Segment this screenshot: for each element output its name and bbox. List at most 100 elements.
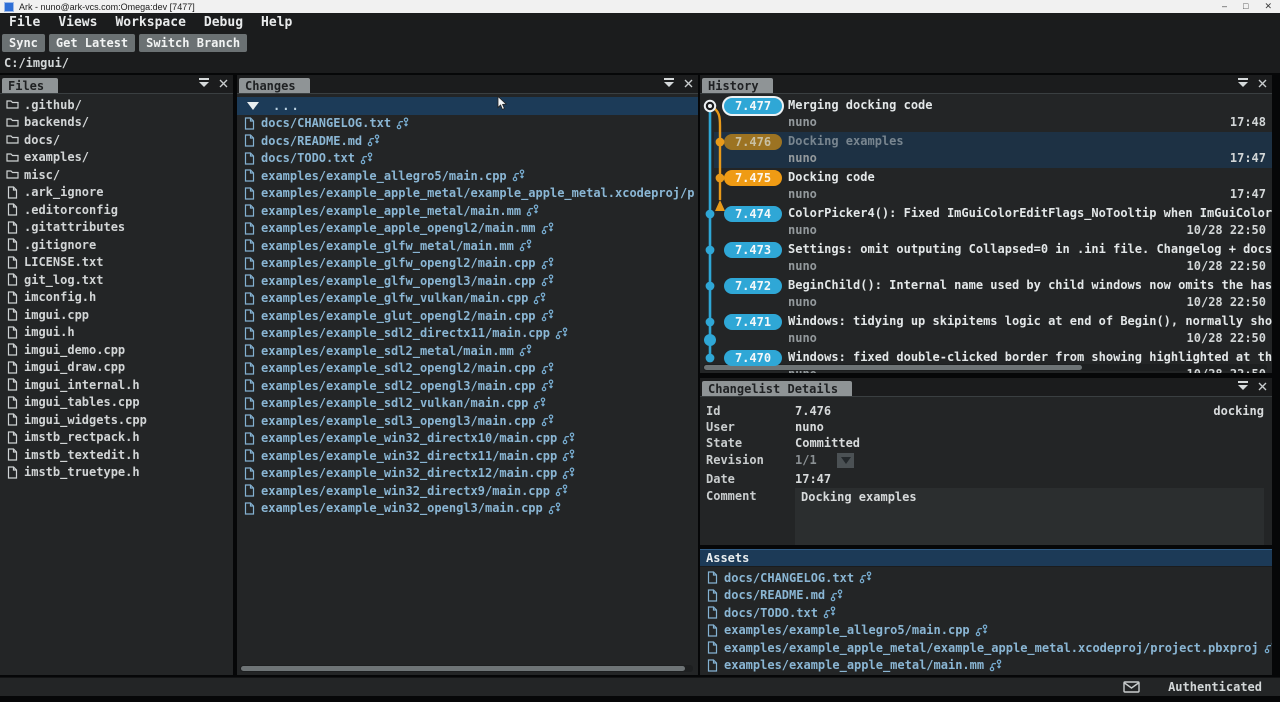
changed-file-row[interactable]: examples/example_glfw_metal/main.mm	[237, 237, 698, 255]
file-icon	[706, 589, 719, 602]
changes-hscroll-thumb[interactable]	[241, 666, 685, 671]
history-commit-row[interactable]: 7.473 Settings: omit outputing Collapsed…	[700, 240, 1272, 276]
asset-file-row[interactable]: examples/example_allegro5/main.cpp	[700, 622, 1272, 640]
file-icon	[243, 169, 256, 182]
asset-file-row[interactable]: docs/TODO.txt	[700, 604, 1272, 622]
changed-file-row[interactable]: examples/example_win32_opengl3/main.cpp	[237, 500, 698, 518]
close-icon[interactable]	[1258, 382, 1267, 391]
changed-file-row[interactable]: docs/TODO.txt	[237, 150, 698, 168]
changed-file-row[interactable]: examples/example_glfw_vulkan/main.cpp	[237, 290, 698, 308]
revision-dropdown[interactable]: 1/1	[795, 452, 854, 468]
changes-root-row[interactable]: ...	[237, 97, 698, 115]
comment-field[interactable]: Docking examples	[795, 488, 1264, 545]
changed-file-row[interactable]: examples/example_glfw_opengl2/main.cpp	[237, 255, 698, 273]
menu-views[interactable]: Views	[49, 15, 106, 30]
close-button[interactable]: ✕	[1264, 1, 1272, 12]
file-tree-item[interactable]: imgui_tables.cpp	[0, 394, 233, 412]
menu-debug[interactable]: Debug	[195, 15, 252, 30]
filter-icon[interactable]	[1237, 381, 1249, 391]
history-commit-row[interactable]: 7.477 Merging docking code nuno 17:48	[700, 96, 1272, 132]
filter-icon[interactable]	[663, 78, 675, 88]
changed-file-row[interactable]: examples/example_sdl3_opengl3/main.cpp	[237, 412, 698, 430]
changes-hscrollbar[interactable]	[240, 665, 693, 672]
file-tree-item[interactable]: backends/	[0, 114, 233, 132]
asset-file-row[interactable]: examples/example_apple_metal/example_app…	[700, 639, 1272, 657]
file-tree-item[interactable]: imgui.h	[0, 324, 233, 342]
history-commit-row[interactable]: 7.475 Docking code nuno 17:47	[700, 168, 1272, 204]
file-tree-item[interactable]: .github/	[0, 96, 233, 114]
asset-file-row[interactable]: docs/README.md	[700, 587, 1272, 605]
changed-file-row[interactable]: examples/example_win32_directx11/main.cp…	[237, 447, 698, 465]
commit-author: nuno	[788, 186, 817, 202]
menu-file[interactable]: File	[0, 15, 49, 30]
branch-change-icon	[541, 309, 555, 322]
changed-file-path: examples/example_apple_metal/example_app…	[261, 186, 694, 200]
filter-icon[interactable]	[1237, 78, 1249, 88]
history-commit-row[interactable]: 7.471 Windows: tidying up skipitems logi…	[700, 312, 1272, 348]
file-tree-item[interactable]: imgui.cpp	[0, 306, 233, 324]
changed-file-row[interactable]: examples/example_sdl2_vulkan/main.cpp	[237, 395, 698, 413]
file-tree-item[interactable]: .editorconfig	[0, 201, 233, 219]
envelope-icon[interactable]	[1123, 681, 1140, 693]
maximize-button[interactable]: □	[1243, 1, 1248, 12]
menu-workspace[interactable]: Workspace	[106, 15, 194, 30]
changed-file-row[interactable]: docs/README.md	[237, 132, 698, 150]
commit-author: nuno	[788, 294, 817, 310]
changed-file-path: examples/example_win32_directx12/main.cp…	[261, 466, 557, 480]
branch-change-icon	[975, 624, 989, 637]
branch-name: docking	[1213, 403, 1272, 419]
changed-file-row[interactable]: examples/example_sdl2_opengl2/main.cpp	[237, 360, 698, 378]
assets-list: docs/CHANGELOG.txt docs/README.md	[700, 567, 1272, 674]
file-tree-item[interactable]: examples/	[0, 149, 233, 167]
file-tree-item[interactable]: git_log.txt	[0, 271, 233, 289]
file-tree-item[interactable]: LICENSE.txt	[0, 254, 233, 272]
file-tree-item[interactable]: imconfig.h	[0, 289, 233, 307]
commit-time: 10/28 22:50	[1187, 258, 1272, 274]
changed-file-row[interactable]: docs/CHANGELOG.txt	[237, 115, 698, 133]
changed-file-row[interactable]: examples/example_sdl2_metal/main.mm	[237, 342, 698, 360]
changed-file-row[interactable]: examples/example_allegro5/main.cpp	[237, 167, 698, 185]
close-icon[interactable]	[684, 79, 693, 88]
commit-author: nuno	[788, 150, 817, 166]
changed-file-row[interactable]: examples/example_sdl2_opengl3/main.cpp	[237, 377, 698, 395]
file-tree-item[interactable]: imgui_widgets.cpp	[0, 411, 233, 429]
file-icon	[706, 641, 719, 654]
changed-file-row[interactable]: examples/example_apple_metal/main.mm	[237, 202, 698, 220]
file-tree-item[interactable]: .gitattributes	[0, 219, 233, 237]
file-tree-item[interactable]: .ark_ignore	[0, 184, 233, 202]
file-tree-item[interactable]: imgui_internal.h	[0, 376, 233, 394]
history-commit-row[interactable]: 7.476 Docking examples nuno 17:47	[700, 132, 1272, 168]
history-commit-row[interactable]: 7.470 Windows: fixed double-clicked bord…	[700, 348, 1272, 373]
changed-file-row[interactable]: examples/example_win32_directx9/main.cpp	[237, 482, 698, 500]
file-tree-item[interactable]: docs/	[0, 131, 233, 149]
changed-file-row[interactable]: examples/example_apple_metal/example_app…	[237, 185, 698, 203]
history-commit-row[interactable]: 7.474 ColorPicker4(): Fixed ImGuiColorEd…	[700, 204, 1272, 240]
file-or-folder-icon	[6, 448, 19, 461]
changed-file-row[interactable]: examples/example_win32_directx12/main.cp…	[237, 465, 698, 483]
changed-file-row[interactable]: examples/example_glfw_opengl3/main.cpp	[237, 272, 698, 290]
asset-file-row[interactable]: examples/example_apple_metal/main.mm	[700, 657, 1272, 675]
switch-branch-button[interactable]: Switch Branch	[139, 34, 247, 52]
file-tree-item[interactable]: .gitignore	[0, 236, 233, 254]
file-tree-item[interactable]: imstb_truetype.h	[0, 464, 233, 482]
minimize-button[interactable]: –	[1222, 1, 1227, 12]
changed-file-row[interactable]: examples/example_apple_opengl2/main.mm	[237, 220, 698, 238]
get-latest-button[interactable]: Get Latest	[49, 34, 135, 52]
history-commit-row[interactable]: 7.472 BeginChild(): Internal name used b…	[700, 276, 1272, 312]
file-tree-item[interactable]: imstb_rectpack.h	[0, 429, 233, 447]
close-icon[interactable]	[219, 79, 228, 88]
filter-icon[interactable]	[198, 78, 210, 88]
file-tree-item[interactable]: imgui_draw.cpp	[0, 359, 233, 377]
file-tree-item[interactable]: misc/	[0, 166, 233, 184]
asset-file-row[interactable]: docs/CHANGELOG.txt	[700, 569, 1272, 587]
changed-file-row[interactable]: examples/example_glut_opengl2/main.cpp	[237, 307, 698, 325]
changed-file-row[interactable]: examples/example_sdl2_directx11/main.cpp	[237, 325, 698, 343]
file-tree-item[interactable]: imstb_textedit.h	[0, 446, 233, 464]
menu-help[interactable]: Help	[252, 15, 301, 30]
changed-file-row[interactable]: examples/example_win32_directx10/main.cp…	[237, 430, 698, 448]
dropdown-button[interactable]	[837, 453, 854, 468]
sync-button[interactable]: Sync	[2, 34, 45, 52]
file-tree-item[interactable]: imgui_demo.cpp	[0, 341, 233, 359]
close-icon[interactable]	[1258, 79, 1267, 88]
asset-file-path: examples/example_apple_metal/main.mm	[724, 658, 984, 672]
